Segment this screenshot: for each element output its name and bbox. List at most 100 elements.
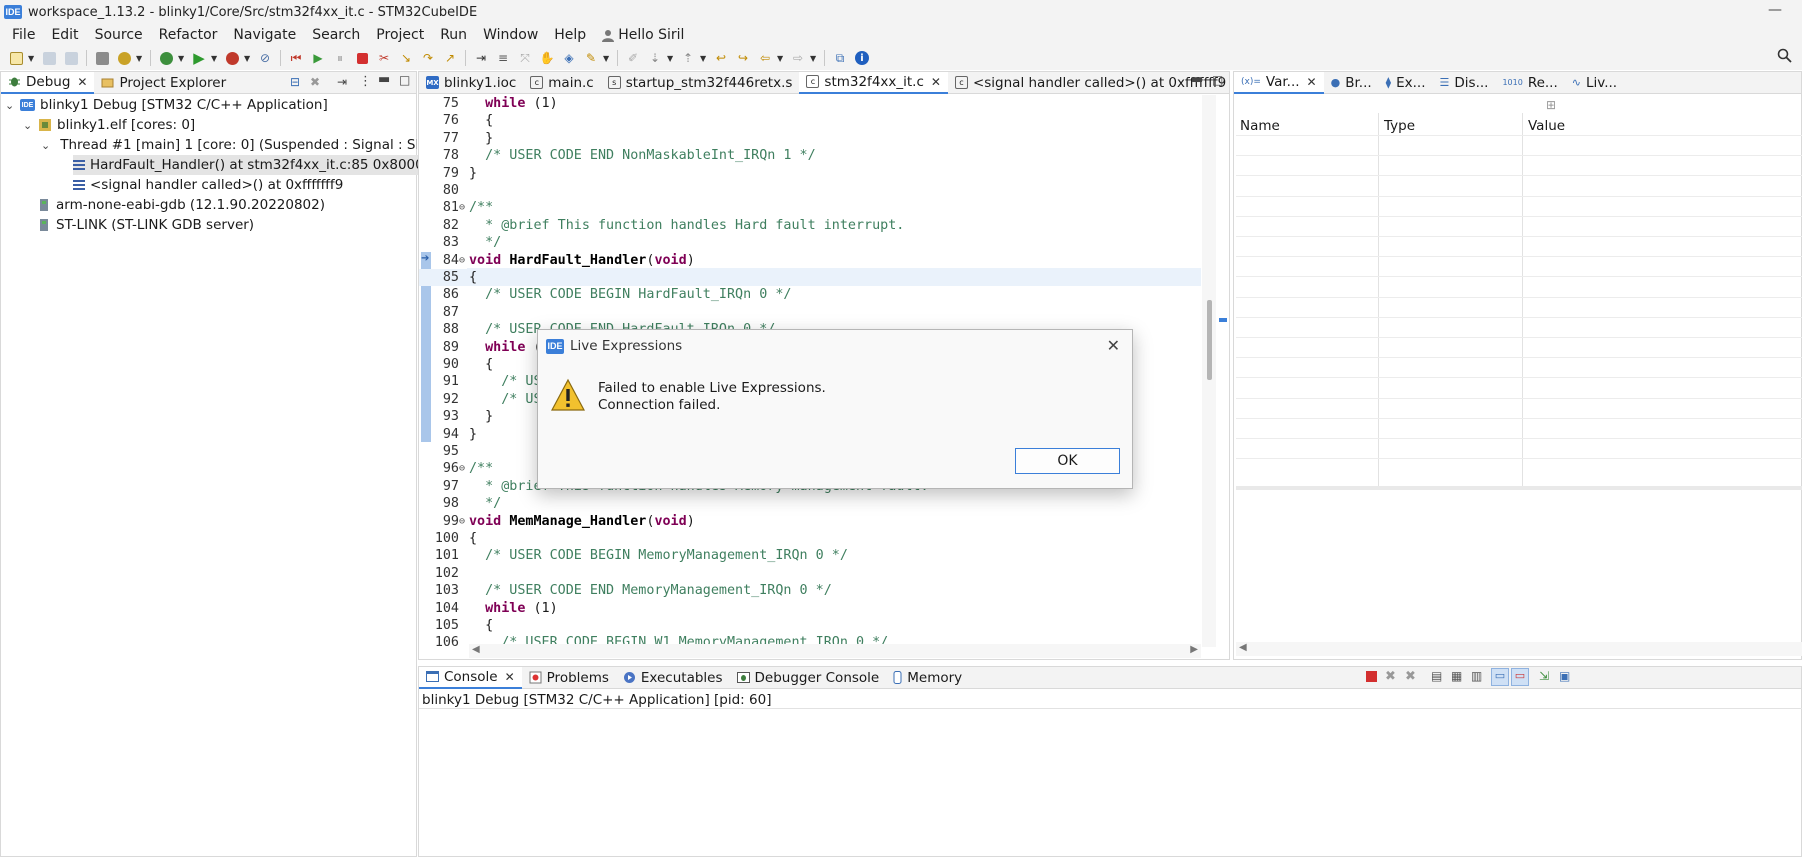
menu-help[interactable]: Help xyxy=(546,27,594,43)
code-line[interactable]: 102 xyxy=(419,565,1201,582)
restart-icon[interactable]: ⤧ xyxy=(515,49,535,67)
pin-editor-icon[interactable]: ⧉ xyxy=(830,49,850,67)
pin-console-icon[interactable]: ⇲ xyxy=(1539,669,1549,683)
editor-vertical-scrollbar[interactable] xyxy=(1202,95,1216,647)
column-type-header[interactable]: Type xyxy=(1384,118,1415,134)
step-return-icon[interactable]: ↗ xyxy=(440,49,460,67)
open-console-icon[interactable]: ▣ xyxy=(1559,669,1570,683)
menu-edit[interactable]: Edit xyxy=(43,27,86,43)
external-tools-dropdown-icon[interactable]: ▼ xyxy=(244,54,253,63)
scroll-left-icon[interactable]: ◀ xyxy=(472,644,480,655)
instruction-stepping-icon[interactable]: ⇥ xyxy=(471,49,491,67)
scroll-lock-icon[interactable]: ▦ xyxy=(1451,669,1462,683)
maximize-view-icon[interactable]: □ xyxy=(1212,73,1223,87)
chevron-down-icon[interactable]: ⌄ xyxy=(41,139,50,152)
code-line[interactable]: 99 ⊖ void MemManage_Handler(void) xyxy=(419,513,1201,530)
scroll-right-icon[interactable]: ▶ xyxy=(1190,644,1198,655)
back-icon[interactable]: ⇦ xyxy=(755,49,775,67)
code-line[interactable]: 75 while (1) xyxy=(419,95,1201,112)
code-line[interactable]: 80 xyxy=(419,182,1201,199)
step-filter-icon[interactable]: ⇥ xyxy=(337,75,347,89)
tree-gdb-item[interactable]: arm-none-eabi-gdb (12.1.90.20220802) xyxy=(37,195,325,215)
maximize-view-icon[interactable]: □ xyxy=(399,73,410,87)
new-file-icon[interactable] xyxy=(6,49,26,67)
variables-sash[interactable] xyxy=(1236,486,1802,490)
next-annotation-icon[interactable]: ⇣ xyxy=(645,49,665,67)
tab-variables[interactable]: (x)= Var... ✕ xyxy=(1234,71,1324,94)
tab-breakpoints[interactable]: ● Br... xyxy=(1324,72,1379,94)
menu-window[interactable]: Window xyxy=(475,27,546,43)
prev-annotation-icon[interactable]: ⇡ xyxy=(678,49,698,67)
word-wrap-icon[interactable]: ▥ xyxy=(1471,669,1482,683)
build-dropdown-icon[interactable]: ▼ xyxy=(136,54,145,63)
remove-terminated-icon[interactable]: ✖ xyxy=(310,75,320,89)
tree-launch-item[interactable]: ⌄ IDE blinky1 Debug [STM32 C/C++ Applica… xyxy=(5,95,328,115)
code-line[interactable]: 103 /* USER CODE END MemoryManagement_IR… xyxy=(419,582,1201,599)
scrollbar-thumb[interactable] xyxy=(1207,300,1212,380)
forward-edit-icon[interactable]: ↪ xyxy=(733,49,753,67)
code-line[interactable]: 85 { xyxy=(419,269,1201,287)
view-menu-icon[interactable]: ⋮ xyxy=(359,74,372,89)
build-icon[interactable] xyxy=(114,49,134,67)
chevron-down-icon[interactable]: ⌄ xyxy=(23,119,33,132)
open-perspective-icon[interactable]: ◈ xyxy=(559,49,579,67)
tab-stm32f4xx-it-c[interactable]: c stm32f4xx_it.c ✕ xyxy=(799,71,948,94)
remove-launch-icon[interactable]: ✖ xyxy=(1385,669,1396,684)
menu-source[interactable]: Source xyxy=(87,27,151,43)
step-over-icon[interactable]: ↷ xyxy=(418,49,438,67)
skip-breakpoints-icon[interactable]: ⊘ xyxy=(255,49,275,67)
forward-dropdown-icon[interactable]: ▼ xyxy=(810,54,819,63)
build-config-icon[interactable] xyxy=(92,49,112,67)
hand-tool-icon[interactable]: ✋ xyxy=(537,49,557,67)
close-icon[interactable]: ✕ xyxy=(505,670,515,684)
column-value-header[interactable]: Value xyxy=(1528,118,1565,134)
disconnect-icon[interactable]: ✂ xyxy=(374,49,394,67)
code-line[interactable]: 83 */ xyxy=(419,234,1201,251)
tree-stlink-item[interactable]: ST-LINK (ST-LINK GDB server) xyxy=(37,215,254,235)
chevron-down-icon[interactable]: ⌄ xyxy=(5,99,15,112)
forward-icon[interactable]: ⇨ xyxy=(788,49,808,67)
tab-memory[interactable]: Memory xyxy=(886,667,969,689)
tab-main-c[interactable]: c main.c xyxy=(523,72,600,94)
save-icon[interactable] xyxy=(39,49,59,67)
tree-frame-signal[interactable]: <signal handler called>() at 0xfffffff9 xyxy=(73,175,343,195)
close-icon[interactable]: ✕ xyxy=(77,75,87,89)
scroll-left-icon[interactable]: ◀ xyxy=(1239,642,1247,653)
terminate-icon[interactable] xyxy=(352,49,372,67)
column-name-header[interactable]: Name xyxy=(1240,118,1280,134)
tab-live-expressions[interactable]: ∿ Liv... xyxy=(1565,72,1624,94)
ok-button[interactable]: OK xyxy=(1015,448,1120,474)
minimize-button[interactable]: — xyxy=(1768,2,1782,18)
close-icon[interactable]: ✕ xyxy=(1307,75,1317,89)
code-line[interactable]: 84 ⊖ void HardFault_Handler(void) xyxy=(419,252,1201,269)
info-icon[interactable]: i xyxy=(852,49,872,67)
code-line[interactable]: 101 /* USER CODE BEGIN MemoryManagement_… xyxy=(419,547,1201,564)
last-edit-icon[interactable]: ↩ xyxy=(711,49,731,67)
code-line[interactable]: 105 { xyxy=(419,617,1201,634)
tab-executables[interactable]: Executables xyxy=(616,667,730,689)
editor-horizontal-scrollbar[interactable]: ◀ ▶ xyxy=(469,644,1201,658)
next-annotation-dropdown-icon[interactable]: ▼ xyxy=(667,54,676,63)
menu-project[interactable]: Project xyxy=(368,27,432,43)
show-on-stderr-icon[interactable]: ▭ xyxy=(1511,668,1529,686)
dialog-close-button[interactable]: ✕ xyxy=(1107,336,1120,355)
menu-navigate[interactable]: Navigate xyxy=(225,27,304,43)
prev-annotation-dropdown-icon[interactable]: ▼ xyxy=(700,54,709,63)
code-line[interactable]: 82 * @brief This function handles Hard f… xyxy=(419,217,1201,234)
fold-toggle-icon[interactable]: ⊖ xyxy=(459,252,469,269)
tab-expressions[interactable]: ⧫ Ex... xyxy=(1379,72,1433,94)
tab-startup-s[interactable]: s startup_stm32f446retx.s xyxy=(601,72,800,94)
fold-toggle-icon[interactable]: ⊖ xyxy=(459,199,469,216)
clear-console-icon[interactable]: ▤ xyxy=(1431,669,1442,683)
run-icon[interactable]: ▶ xyxy=(189,49,209,67)
tab-debugger-console[interactable]: Debugger Console xyxy=(730,667,887,689)
show-on-stdout-icon[interactable]: ▭ xyxy=(1491,668,1509,686)
marker-dropdown-icon[interactable]: ▼ xyxy=(603,54,612,63)
debug-dropdown-icon[interactable]: ▼ xyxy=(178,54,187,63)
menu-search[interactable]: Search xyxy=(304,27,368,43)
variables-horizontal-scrollbar[interactable]: ◀ xyxy=(1236,642,1802,656)
tab-project-explorer[interactable]: Project Explorer xyxy=(94,72,233,94)
reset-icon[interactable]: ⏮ xyxy=(286,49,306,67)
code-line[interactable]: 100 { xyxy=(419,530,1201,547)
run-dropdown-icon[interactable]: ▼ xyxy=(211,54,220,63)
